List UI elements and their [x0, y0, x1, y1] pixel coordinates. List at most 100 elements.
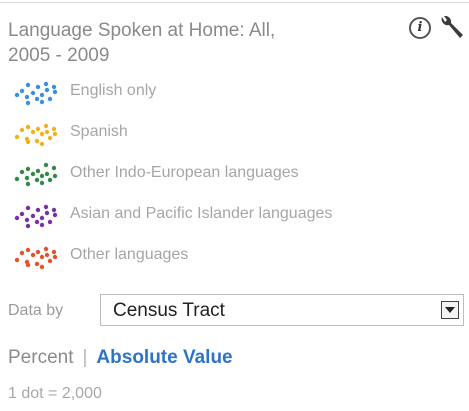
legend-dot — [34, 138, 40, 144]
legend-dot — [35, 168, 41, 174]
legend-dot — [39, 264, 45, 270]
legend-dot — [14, 92, 20, 98]
legend-dot — [19, 88, 25, 94]
legend-dot — [39, 222, 45, 228]
legend-dot — [52, 131, 58, 137]
legend-dot — [51, 84, 57, 90]
dot-cluster-icon — [14, 123, 58, 147]
chevron-down-icon[interactable] — [441, 301, 459, 319]
legend-dot — [43, 204, 49, 210]
legend-dot — [44, 171, 50, 177]
absolute-value-option[interactable]: Absolute Value — [96, 347, 232, 368]
legend-dot — [35, 126, 41, 132]
dot-cluster-icon — [14, 204, 58, 229]
legend-dot — [24, 94, 30, 100]
legend-dot — [47, 219, 53, 225]
legend-dot — [35, 84, 41, 90]
legend-dot — [43, 246, 49, 252]
legend-dot — [25, 181, 31, 187]
legend-dot — [44, 210, 50, 216]
legend-dot — [47, 258, 53, 264]
toggle-separator: | — [82, 347, 88, 368]
percent-option[interactable]: Percent — [8, 347, 73, 368]
value-mode-toggle: Percent | Absolute Value — [8, 347, 233, 369]
legend-dot — [25, 262, 31, 268]
dot-scale-text: 1 dot = 2,000 — [8, 385, 102, 402]
legend-dot — [24, 217, 30, 223]
legend-dot — [25, 100, 31, 106]
legend-dot — [39, 180, 45, 186]
data-by-label: Data by — [8, 302, 64, 319]
legend-dot — [14, 176, 20, 182]
legend-dot — [39, 131, 45, 137]
legend-dot — [34, 177, 40, 183]
legend-dot — [30, 213, 36, 219]
legend-dot — [52, 254, 58, 260]
legend-item-other-indo-european: Other Indo-European languages — [12, 158, 452, 199]
legend-dot — [30, 129, 36, 135]
legend-dot — [47, 177, 53, 183]
wrench-icon[interactable] — [436, 13, 466, 43]
panel-title-line-2: 2005 - 2009 — [8, 45, 110, 66]
legend-dot — [43, 123, 49, 129]
legend-dot — [19, 169, 25, 175]
legend-dot — [39, 173, 45, 179]
legend-dot — [25, 139, 31, 145]
legend-item-asian-pacific: Asian and Pacific Islander languages — [12, 199, 452, 240]
legend-item-english: English only — [12, 76, 452, 117]
legend-label: Asian and Pacific Islander languages — [70, 205, 333, 222]
legend-dot — [34, 261, 40, 267]
legend-dot — [39, 99, 45, 105]
legend-dot — [24, 175, 30, 181]
legend-item-spanish: Spanish — [12, 117, 452, 158]
panel-title: Language Spoken at Home: All, 2005 - 200… — [8, 18, 388, 68]
legend-dot — [39, 92, 45, 98]
legend-dot — [35, 249, 41, 255]
legend-dot — [19, 250, 25, 256]
legend-dot — [43, 81, 49, 87]
legend-dot — [39, 254, 45, 260]
geography-select[interactable]: Census Tract — [100, 294, 464, 326]
legend-dot — [51, 249, 57, 255]
legend-dot — [51, 207, 57, 213]
dot-cluster-icon — [14, 81, 58, 106]
info-icon[interactable]: i — [409, 17, 431, 39]
legend-label: Other Indo-European languages — [70, 164, 299, 181]
legend-dot — [14, 215, 20, 221]
legend-dot — [51, 165, 57, 171]
legend-dot — [35, 207, 41, 213]
legend-dot — [43, 162, 49, 168]
legend-dot — [30, 252, 36, 258]
dot-cluster-icon — [14, 162, 58, 187]
legend-dot — [25, 124, 31, 130]
legend-dot — [30, 171, 36, 177]
panel-title-line-1: Language Spoken at Home: All, — [8, 20, 276, 41]
legend-dot — [39, 215, 45, 221]
legend-dot — [52, 212, 58, 218]
legend-dot — [25, 205, 31, 211]
legend-item-other-languages: Other languages — [12, 240, 452, 281]
legend-dot — [44, 129, 50, 135]
legend-dot — [30, 90, 36, 96]
legend-dot — [39, 141, 45, 147]
legend-label: English only — [70, 82, 157, 99]
legend-dot — [25, 166, 31, 172]
legend-dot — [14, 257, 20, 263]
legend-dot — [51, 126, 57, 132]
legend-dot — [34, 219, 40, 225]
legend-label: Other languages — [70, 246, 189, 263]
legend-dot — [19, 127, 25, 133]
top-divider — [0, 2, 469, 3]
legend-dot — [52, 89, 58, 95]
legend-dot — [25, 247, 31, 253]
geography-select-value: Census Tract — [113, 300, 225, 321]
legend-dot — [52, 173, 58, 179]
legend: English only Spanish Other Indo-European… — [12, 76, 452, 281]
legend-dot — [25, 223, 31, 229]
legend-dot — [47, 96, 53, 102]
legend-dot — [19, 211, 25, 217]
dot-cluster-icon — [14, 246, 58, 270]
legend-dot — [44, 252, 50, 258]
legend-dot — [34, 96, 40, 102]
legend-dot — [14, 134, 20, 140]
